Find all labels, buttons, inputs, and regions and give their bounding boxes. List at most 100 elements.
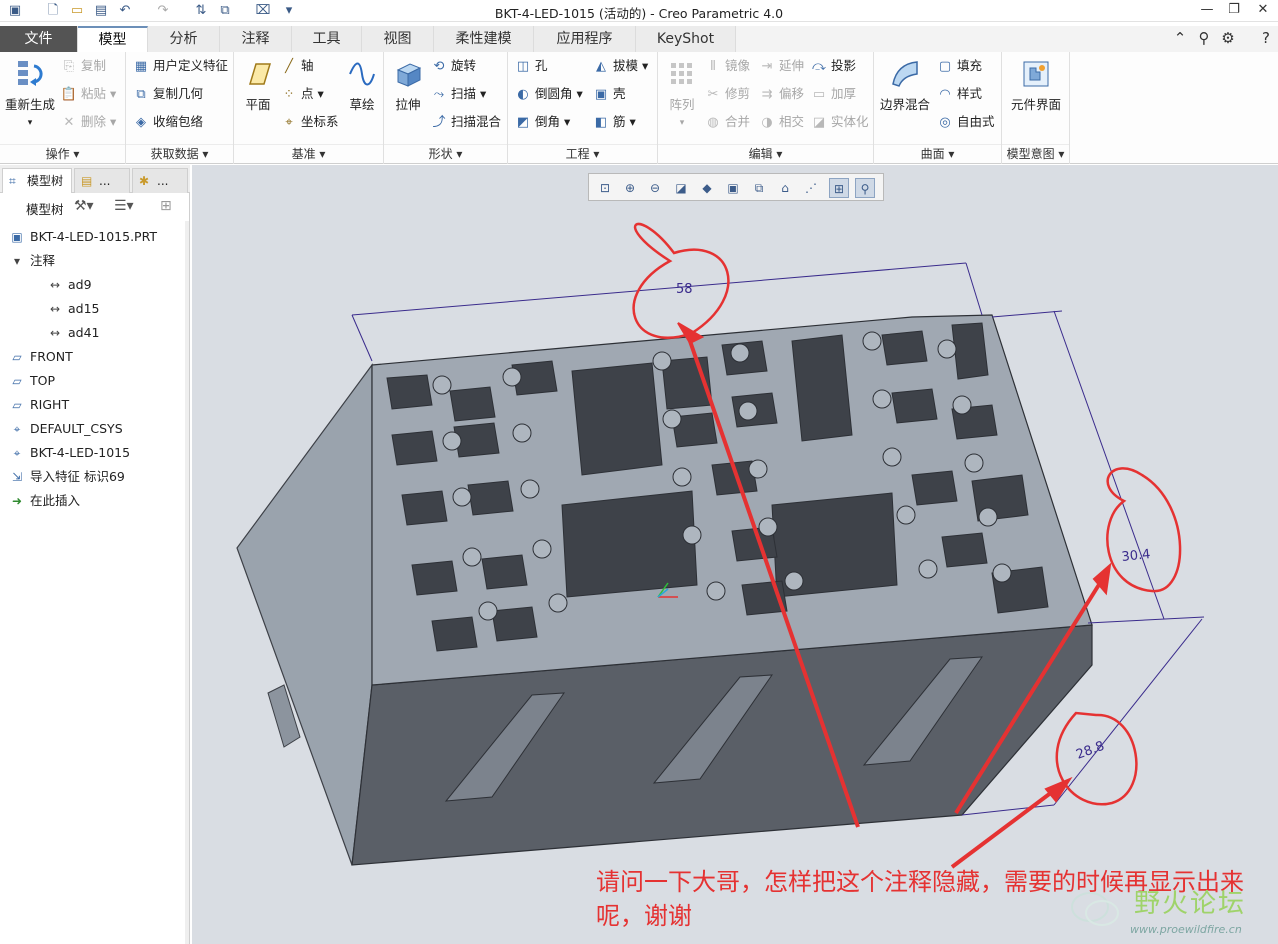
- axis-button[interactable]: ╱ 轴: [280, 56, 313, 76]
- tree-node[interactable]: ↔ ad9: [46, 273, 92, 297]
- delete-button[interactable]: ✕ 删除 ▾: [60, 112, 117, 132]
- tree-node[interactable]: ▱ RIGHT: [8, 393, 69, 417]
- tree-settings-icon[interactable]: ⚒▾: [74, 198, 94, 214]
- project-button[interactable]: ⤼ 投影: [810, 56, 856, 76]
- paste-button[interactable]: 📋 粘贴 ▾: [60, 84, 116, 104]
- tree-node[interactable]: ⌖ BKT-4-LED-1015: [8, 441, 130, 465]
- group-shapes-label[interactable]: 形状 ▾: [384, 144, 507, 162]
- view-manager-icon[interactable]: ⧉: [749, 178, 769, 198]
- hole-button[interactable]: ◫ 孔: [514, 56, 548, 76]
- settings-icon[interactable]: ⚙: [1218, 28, 1238, 48]
- thicken-label: 加厚: [831, 86, 857, 101]
- fill-button[interactable]: ▢ 填充: [936, 56, 982, 76]
- tab-folder-browser[interactable]: ▤...: [74, 168, 130, 193]
- thicken-button[interactable]: ▭ 加厚: [810, 84, 856, 104]
- tree-node[interactable]: ▱ FRONT: [8, 345, 72, 369]
- tab-model[interactable]: 模型: [78, 26, 148, 52]
- display-style-icon[interactable]: ◆: [697, 178, 717, 198]
- swept-blend-label: 扫描混合: [451, 114, 502, 129]
- graphics-window[interactable]: 58 30.4 28.8 ⊡ ⊕ ⊖ ◪ ◆ ▣ ⧉ ⌂ ⋰ ⊞ ⚲ 请问一下大…: [192, 165, 1278, 944]
- tab-analysis[interactable]: 分析: [148, 26, 220, 52]
- tree-node[interactable]: ▾ 注释: [8, 249, 55, 273]
- freestyle-button[interactable]: ◎ 自由式: [936, 112, 994, 132]
- group-engineering-label[interactable]: 工程 ▾: [508, 144, 657, 162]
- sketch-button[interactable]: 草绘: [342, 58, 382, 113]
- boundary-blend-button[interactable]: 边界混合: [876, 58, 934, 113]
- style-button[interactable]: ◠ 样式: [936, 84, 982, 104]
- sweep-button[interactable]: ⤳ 扫描 ▾: [430, 84, 486, 104]
- close-button[interactable]: ✕: [1250, 0, 1276, 20]
- group-model-intent-label[interactable]: 模型意图 ▾: [1002, 144, 1069, 162]
- tab-tools[interactable]: 工具: [292, 26, 362, 52]
- tab-keyshot[interactable]: KeyShot: [636, 26, 736, 52]
- tree-filters-icon[interactable]: ☰▾: [114, 198, 134, 214]
- copy-geometry-button[interactable]: ⧉ 复制几何: [132, 84, 203, 104]
- shrinkwrap-icon: ◈: [136, 115, 146, 130]
- tree-node[interactable]: ➜ 在此插入: [8, 489, 80, 513]
- hole-label: 孔: [535, 58, 548, 73]
- rib-button[interactable]: ◧ 筋 ▾: [592, 112, 636, 132]
- plane-button[interactable]: 平面: [238, 58, 278, 113]
- repaint-icon[interactable]: ◪: [671, 178, 691, 198]
- group-editing-label[interactable]: 编辑 ▾: [658, 144, 873, 162]
- tab-applications[interactable]: 应用程序: [534, 26, 636, 52]
- tab-flexible-modeling[interactable]: 柔性建模: [434, 26, 534, 52]
- restore-button[interactable]: ❐: [1221, 0, 1247, 20]
- copy-button[interactable]: ⎘ 复制: [60, 56, 106, 76]
- revolve-button[interactable]: ⟲ 旋转: [430, 56, 476, 76]
- chamfer-button[interactable]: ◩ 倒角 ▾: [514, 112, 570, 132]
- point-button[interactable]: ⁘ 点 ▾: [280, 84, 324, 104]
- group-surfaces-label[interactable]: 曲面 ▾: [874, 144, 1001, 162]
- intersect-button[interactable]: ◑ 相交: [758, 112, 804, 132]
- spin-center-icon[interactable]: ⚲: [855, 178, 875, 198]
- group-get-data-label[interactable]: 获取数据 ▾: [126, 144, 233, 162]
- tree-node[interactable]: ⇲ 导入特征 标识69: [8, 465, 125, 489]
- tree-node[interactable]: ▱ TOP: [8, 369, 55, 393]
- tab-view[interactable]: 视图: [362, 26, 434, 52]
- group-datum-label[interactable]: 基准 ▾: [234, 144, 383, 162]
- minimize-button[interactable]: —: [1194, 0, 1220, 20]
- trim-button[interactable]: ✂ 修剪: [704, 84, 750, 104]
- tree-node[interactable]: ▣ BKT-4-LED-1015.PRT: [8, 225, 157, 249]
- pattern-button[interactable]: 阵列 ▾: [662, 58, 702, 128]
- csys-button[interactable]: ⌖ 坐标系: [280, 112, 338, 132]
- tree-scrollbar[interactable]: [185, 221, 189, 944]
- datum-display-icon[interactable]: ⋰: [801, 178, 821, 198]
- tab-model-tree[interactable]: ⌗ 模型树: [2, 168, 72, 193]
- tree-columns-icon[interactable]: ⊞: [160, 198, 172, 214]
- group-operations-label[interactable]: 操作 ▾: [0, 144, 125, 162]
- solidify-button[interactable]: ◪ 实体化: [810, 112, 869, 132]
- shrinkwrap-button[interactable]: ◈ 收缩包络: [132, 112, 203, 132]
- zoom-out-icon[interactable]: ⊖: [645, 178, 665, 198]
- extrude-button[interactable]: 拉伸: [388, 58, 428, 113]
- udf-button[interactable]: ▦ 用户定义特征: [132, 56, 228, 76]
- minimize-ribbon-icon[interactable]: ⌃: [1170, 28, 1190, 48]
- zoom-in-icon[interactable]: ⊕: [620, 178, 640, 198]
- annotation-display-icon[interactable]: ⊞: [829, 178, 849, 198]
- mirror-button[interactable]: ⫴ 镜像: [704, 56, 750, 76]
- navigator-tabs: ⌗ 模型树 ▤... ✱...: [0, 165, 190, 193]
- refit-icon[interactable]: ⊡: [595, 178, 615, 198]
- search-icon[interactable]: ⚲: [1194, 28, 1214, 48]
- regenerate-button[interactable]: 重新生成 ▾: [2, 58, 58, 128]
- tab-annotate[interactable]: 注释: [220, 26, 292, 52]
- tree-node[interactable]: ⌖ DEFAULT_CSYS: [8, 417, 123, 441]
- draft-button[interactable]: ◭ 拔模 ▾: [592, 56, 648, 76]
- tab-favorites[interactable]: ✱...: [132, 168, 188, 193]
- model-left-face: [236, 363, 373, 866]
- merge-button[interactable]: ◍ 合并: [704, 112, 750, 132]
- tree-node[interactable]: ↔ ad41: [46, 321, 100, 345]
- shell-button[interactable]: ▣ 壳: [592, 84, 626, 104]
- help-icon[interactable]: ?: [1256, 28, 1276, 48]
- tree-node[interactable]: ↔ ad15: [46, 297, 100, 321]
- paste-icon: 📋: [60, 87, 78, 102]
- import-feature-icon: ⇲: [11, 470, 23, 484]
- swept-blend-button[interactable]: ⤴ 扫描混合: [430, 112, 501, 132]
- perspective-icon[interactable]: ⌂: [775, 178, 795, 198]
- component-interface-button[interactable]: 元件界面: [1004, 58, 1068, 113]
- round-button[interactable]: ◐ 倒圆角 ▾: [514, 84, 582, 104]
- extend-button[interactable]: ⇥ 延伸: [758, 56, 804, 76]
- saved-views-icon[interactable]: ▣: [723, 178, 743, 198]
- offset-button[interactable]: ⇉ 偏移: [758, 84, 804, 104]
- tab-file[interactable]: 文件: [0, 26, 78, 52]
